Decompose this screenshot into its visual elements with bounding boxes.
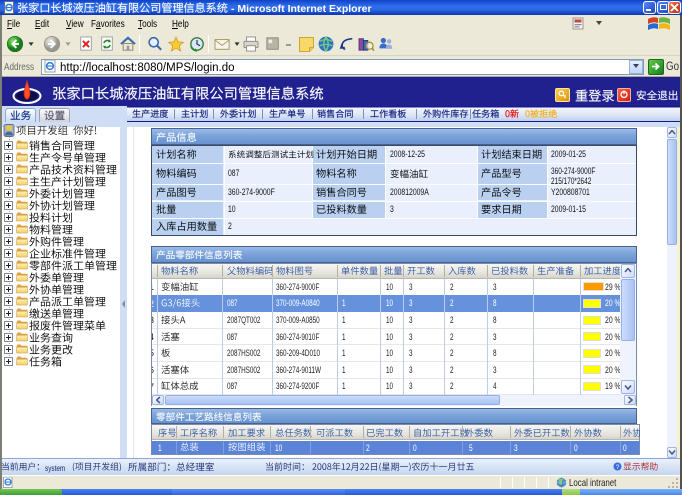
svg-text:?: ? <box>616 463 620 470</box>
